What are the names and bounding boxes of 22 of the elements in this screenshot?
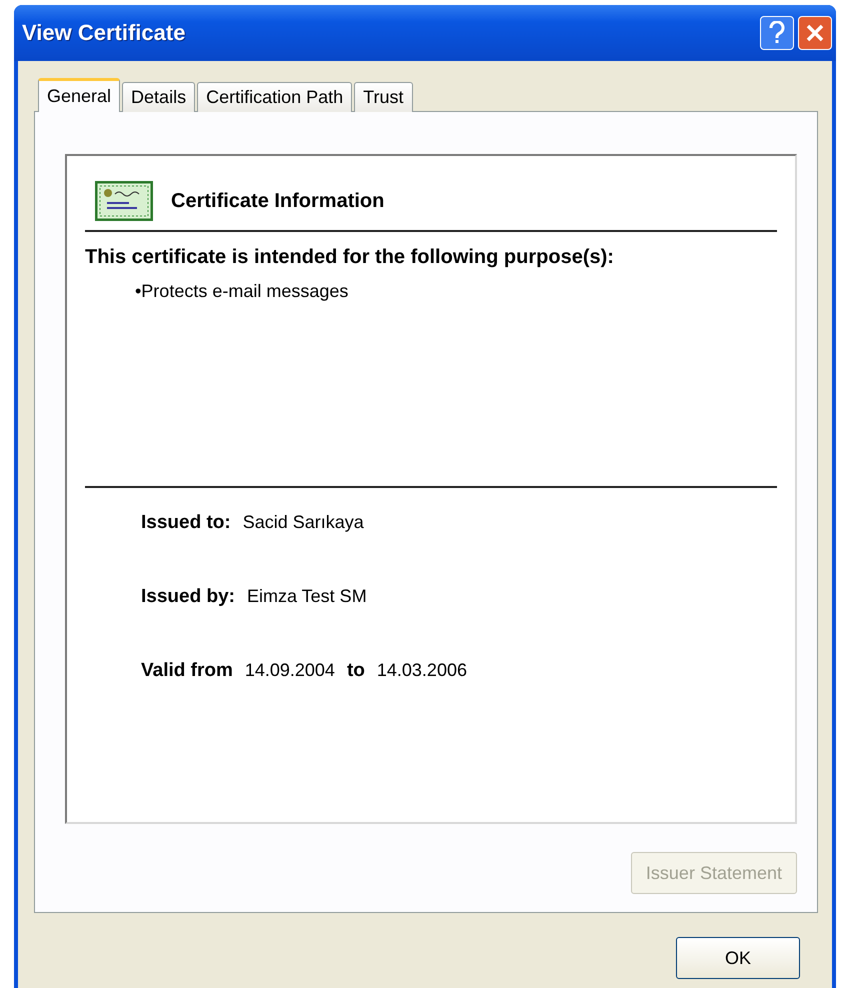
purpose-title: This certificate is intended for the following purpose(s): xyxy=(85,246,615,269)
field-value: Eimza Test SM xyxy=(246,586,367,607)
field-value: Sacid Sarıkaya xyxy=(242,512,364,533)
tab[interactable]: Details xyxy=(122,82,196,112)
tab[interactable]: Certification Path xyxy=(197,82,352,112)
close-button[interactable] xyxy=(798,16,832,50)
help-icon xyxy=(768,21,786,45)
ok-button[interactable]: OK xyxy=(676,937,800,979)
field-label: Valid from xyxy=(141,660,233,682)
tab[interactable]: Trust xyxy=(354,82,412,112)
certificate-icon xyxy=(95,181,153,221)
section-heading: Certificate Information xyxy=(171,190,384,212)
field-value: 14.09.2004 xyxy=(244,660,335,681)
tab[interactable]: General xyxy=(38,78,120,112)
help-button[interactable] xyxy=(760,16,794,50)
field-label: Issued to: xyxy=(141,512,231,534)
close-icon xyxy=(805,23,825,43)
field-label: to xyxy=(346,660,365,682)
field-value: 14.03.2006 xyxy=(376,660,467,681)
field-label: Issued by: xyxy=(141,586,235,608)
window-title: View Certificate xyxy=(22,20,186,46)
purpose-item: •Protects e-mail messages xyxy=(135,281,350,302)
